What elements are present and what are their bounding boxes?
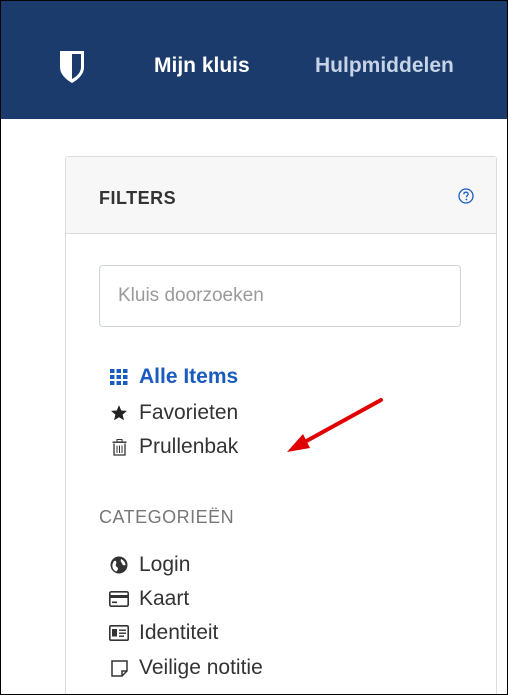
top-navbar: Mijn kluis Hulpmiddelen (1, 1, 507, 119)
filter-label: Favorieten (139, 401, 239, 424)
category-login[interactable]: Login (108, 553, 190, 577)
category-label: Veilige notitie (139, 656, 263, 679)
globe-icon (108, 556, 130, 574)
search-input[interactable] (99, 265, 461, 327)
app-window: Mijn kluis Hulpmiddelen FILTERS Kluis do… (0, 0, 508, 695)
filter-label: Alle Items (139, 365, 239, 388)
categories-heading: CATEGORIEËN (99, 507, 235, 527)
filters-title: FILTERS (99, 188, 177, 208)
nav-my-vault[interactable]: Mijn kluis (154, 54, 250, 78)
category-label: Kaart (139, 587, 190, 610)
id-card-icon (108, 625, 130, 641)
filter-label: Prullenbak (139, 435, 239, 458)
question-circle-icon[interactable] (458, 188, 474, 204)
nav-tools[interactable]: Hulpmiddelen (315, 54, 454, 78)
annotation-arrow-icon (287, 398, 383, 452)
credit-card-icon (108, 591, 130, 607)
star-icon (108, 404, 130, 422)
category-label: Identiteit (139, 621, 219, 644)
grid-icon (108, 369, 130, 385)
category-secure-note[interactable]: Veilige notitie (108, 656, 263, 680)
filters-panel-header: FILTERS (66, 157, 496, 234)
category-label: Login (139, 553, 191, 576)
filter-all-items[interactable]: Alle Items (108, 365, 238, 389)
sticky-note-icon (108, 659, 130, 677)
shield-icon[interactable] (59, 50, 85, 84)
filter-favorites[interactable]: Favorieten (108, 401, 238, 425)
category-identity[interactable]: Identiteit (108, 621, 218, 645)
filters-panel: FILTERS Alle Items (65, 156, 497, 694)
category-card[interactable]: Kaart (108, 587, 189, 611)
trash-icon (108, 438, 130, 456)
filter-trash[interactable]: Prullenbak (108, 435, 238, 459)
